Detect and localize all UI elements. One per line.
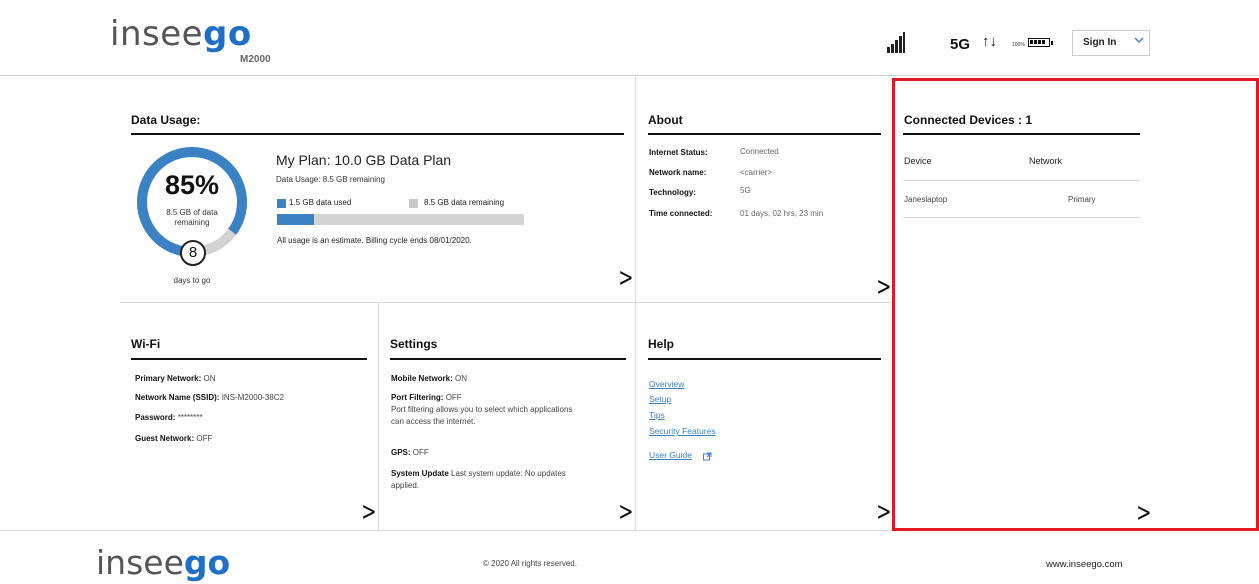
divider bbox=[378, 302, 379, 530]
devices-col-device: Device bbox=[904, 156, 932, 166]
wifi-row: Password: ******** bbox=[135, 413, 203, 422]
wifi-row: Guest Network: OFF bbox=[135, 434, 213, 443]
settings-mobile: Mobile Network: ON bbox=[391, 374, 468, 383]
plan-title: My Plan: 10.0 GB Data Plan bbox=[276, 152, 452, 168]
data-usage-title: Data Usage: bbox=[131, 113, 201, 127]
help-link-user-guide[interactable]: User Guide bbox=[649, 450, 692, 460]
about-label: Network name: bbox=[649, 168, 707, 177]
chevron-right-icon[interactable]: > bbox=[618, 263, 633, 293]
usage-bar-fill bbox=[277, 214, 315, 225]
panel-rule bbox=[390, 358, 626, 360]
chevron-right-icon[interactable]: > bbox=[876, 272, 891, 302]
battery-icon bbox=[1028, 38, 1053, 47]
about-label: Technology: bbox=[649, 188, 696, 197]
settings-port: Port Filtering: OFF bbox=[391, 393, 462, 402]
device-network: Primary bbox=[1068, 195, 1096, 204]
network-type: 5G bbox=[950, 36, 971, 53]
divider bbox=[903, 217, 1140, 218]
divider bbox=[635, 77, 636, 530]
divider bbox=[120, 302, 892, 303]
panel-rule bbox=[131, 358, 367, 360]
model-label: M2000 bbox=[240, 54, 271, 65]
wifi-title: Wi-Fi bbox=[131, 337, 161, 351]
about-label: Time connected: bbox=[649, 209, 713, 218]
about-label: Internet Status: bbox=[649, 148, 708, 157]
copyright: © 2020 All rights reserved. bbox=[483, 559, 577, 568]
usage-remaining-label: 8.5 GB of data remaining bbox=[166, 208, 218, 227]
sign-in-dropdown[interactable]: Sign In bbox=[1072, 30, 1150, 56]
settings-port-desc: Port filtering allows you to select whic… bbox=[391, 405, 573, 426]
connected-devices-highlight bbox=[892, 78, 1259, 531]
chevron-right-icon[interactable]: > bbox=[361, 497, 376, 527]
panel-rule bbox=[648, 133, 881, 135]
transfer-arrows-icon: ↑↓ bbox=[982, 33, 997, 50]
settings-update: System Update Last system update: No upd… bbox=[391, 469, 566, 490]
settings-title: Settings bbox=[390, 337, 438, 351]
about-title: About bbox=[648, 113, 683, 127]
devices-col-network: Network bbox=[1029, 156, 1063, 166]
usage-note: All usage is an estimate. Billing cycle … bbox=[277, 236, 472, 245]
wifi-row: Primary Network: ON bbox=[135, 374, 216, 383]
panel-rule bbox=[131, 133, 624, 135]
about-value: <carrier> bbox=[740, 168, 773, 177]
settings-gps: GPS: OFF bbox=[391, 448, 429, 457]
usage-bar bbox=[277, 214, 524, 225]
devices-title: Connected Devices : 1 bbox=[904, 113, 1033, 127]
external-link-icon bbox=[703, 452, 712, 461]
device-name[interactable]: Janeslaptop bbox=[904, 195, 947, 204]
chevron-right-icon[interactable]: > bbox=[1136, 498, 1151, 528]
legend-used: 1.5 GB data used bbox=[289, 198, 352, 207]
chevron-down-icon bbox=[1133, 34, 1145, 49]
chevron-right-icon[interactable]: > bbox=[618, 497, 633, 527]
logo-main: insee bbox=[110, 14, 204, 54]
header: inseego M2000 5G ↑↓ 100% Sign In bbox=[0, 0, 1259, 76]
help-title: Help bbox=[648, 337, 675, 351]
battery-percent: 100% bbox=[1012, 42, 1025, 48]
footer-logo[interactable]: inseego bbox=[96, 543, 230, 582]
plan-usage: Data Usage: 8.5 GB remaining bbox=[276, 175, 385, 184]
panel-rule bbox=[903, 133, 1140, 135]
inseego-logo[interactable]: inseego bbox=[110, 14, 252, 54]
wifi-row: Network Name (SSID): INS-M2000-38C2 bbox=[135, 393, 284, 402]
legend-swatch-used bbox=[277, 199, 286, 208]
signal-bars-icon bbox=[887, 31, 909, 53]
panel-rule bbox=[648, 358, 881, 360]
footer-site-link[interactable]: www.inseego.com bbox=[1046, 559, 1123, 570]
sign-in-label: Sign In bbox=[1083, 37, 1117, 48]
help-link-security[interactable]: Security Features bbox=[649, 426, 716, 436]
about-value: 5G bbox=[740, 186, 751, 195]
help-link-setup[interactable]: Setup bbox=[649, 394, 671, 404]
help-link-tips[interactable]: Tips bbox=[649, 410, 665, 420]
logo-accent: go bbox=[203, 14, 252, 54]
divider bbox=[903, 180, 1140, 181]
days-count: 8 bbox=[180, 240, 206, 266]
about-value: 01 days, 02 hrs, 23 min bbox=[740, 209, 824, 218]
help-link-overview[interactable]: Overview bbox=[649, 379, 684, 389]
usage-percent: 85% bbox=[164, 170, 220, 200]
legend-remaining: 8.5 GB data remaining bbox=[424, 198, 505, 207]
days-label: days to go bbox=[173, 276, 211, 285]
about-value: Connected bbox=[740, 147, 779, 156]
legend-swatch-remaining bbox=[409, 199, 418, 208]
chevron-right-icon[interactable]: > bbox=[876, 497, 891, 527]
